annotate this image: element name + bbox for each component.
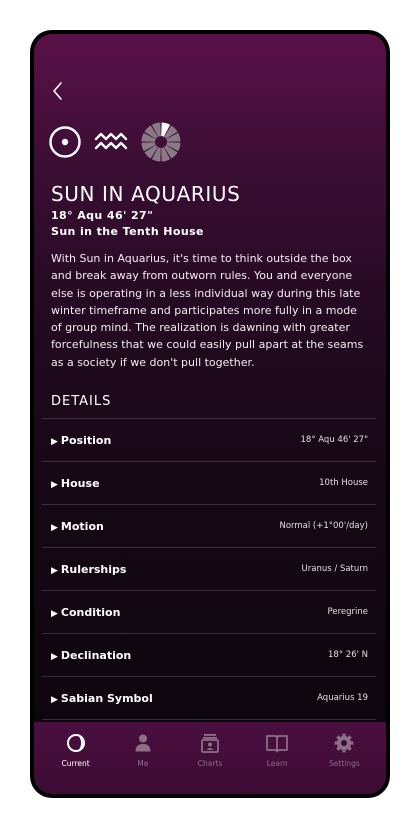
detail-label-text: Declination: [60, 648, 132, 662]
tab-label: Charts: [197, 759, 223, 768]
disclosure-triangle-icon: ▶: [51, 608, 58, 619]
planet-degree: 18° Aqu 46' 27": [51, 209, 154, 222]
detail-value: Aquarius 19: [317, 693, 368, 703]
detail-row-position[interactable]: ▶ Position 18° Aqu 46' 27": [42, 419, 376, 462]
detail-value: Uranus / Saturn: [301, 564, 368, 574]
detail-label: ▶ Rulerships: [51, 563, 126, 576]
tab-charts[interactable]: Charts: [176, 722, 243, 794]
disclosure-triangle-icon: ▶: [51, 565, 58, 576]
bottom-tab-bar: Current Me Charts Learn Settings: [34, 722, 386, 794]
person-icon: [135, 734, 151, 752]
tab-label: Learn: [266, 759, 288, 768]
app-screen: SUN IN AQUARIUS 18° Aqu 46' 27" Sun in t…: [34, 34, 386, 794]
moon-phase-icon: [66, 734, 85, 752]
aquarius-symbol-icon: [94, 132, 128, 150]
detail-value: 18° 26' N: [328, 650, 368, 660]
detail-label: ▶ Declination: [51, 649, 131, 662]
details-heading: DETAILS: [51, 394, 112, 409]
house-wheel-icon: [141, 122, 181, 162]
planet-description: With Sun in Aquarius, it's time to think…: [51, 252, 364, 369]
tab-label: Current: [61, 759, 90, 768]
disclosure-triangle-icon: ▶: [51, 694, 58, 705]
tab-label: Me: [137, 759, 149, 768]
tab-learn[interactable]: Learn: [244, 722, 311, 794]
tab-settings[interactable]: Settings: [311, 722, 378, 794]
detail-label-text: Condition: [60, 605, 121, 619]
tab-current[interactable]: Current: [42, 722, 109, 794]
detail-label-text: Sabian Symbol: [60, 691, 153, 705]
disclosure-triangle-icon: ▶: [51, 436, 58, 447]
chevron-left-icon: [53, 82, 62, 100]
detail-label: ▶ House: [51, 477, 100, 490]
detail-value: Normal (+1°00'/day): [279, 521, 368, 531]
detail-value: 10th House: [319, 478, 368, 488]
details-list: ▶ Position 18° Aqu 46' 27" ▶ House 10th Ho…: [42, 418, 376, 720]
gear-icon: [335, 733, 354, 753]
tab-me[interactable]: Me: [109, 722, 176, 794]
tab-label: Settings: [329, 759, 360, 768]
detail-row-declination[interactable]: ▶ Declination 18° 26' N: [42, 634, 376, 677]
detail-label: ▶ Sabian Symbol: [51, 692, 153, 705]
detail-row-motion[interactable]: ▶ Motion Normal (+1°00'/day): [42, 505, 376, 548]
detail-value: 18° Aqu 46' 27": [300, 435, 369, 445]
device-frame: SUN IN AQUARIUS 18° Aqu 46' 27" Sun in t…: [30, 30, 390, 798]
detail-label-text: Motion: [60, 519, 104, 533]
back-button[interactable]: [48, 78, 68, 104]
planet-house: Sun in the Tenth House: [51, 225, 204, 238]
detail-label: ▶ Motion: [51, 520, 104, 533]
detail-value: Peregrine: [327, 607, 368, 617]
disclosure-triangle-icon: ▶: [51, 479, 58, 490]
disclosure-triangle-icon: ▶: [51, 522, 58, 533]
sun-symbol-icon: [49, 126, 81, 158]
charts-icon: [201, 734, 219, 753]
detail-row-condition[interactable]: ▶ Condition Peregrine: [42, 591, 376, 634]
page-title: SUN IN AQUARIUS: [51, 182, 241, 206]
detail-row-rulerships[interactable]: ▶ Rulerships Uranus / Saturn: [42, 548, 376, 591]
detail-label-text: Rulerships: [60, 562, 127, 576]
detail-label-text: House: [60, 476, 100, 490]
planet-glyph-row: [48, 120, 182, 164]
book-icon: [266, 735, 289, 753]
detail-row-house[interactable]: ▶ House 10th House: [42, 462, 376, 505]
detail-row-sabian-symbol[interactable]: ▶ Sabian Symbol Aquarius 19: [42, 677, 376, 720]
detail-label-text: Position: [60, 433, 112, 447]
disclosure-triangle-icon: ▶: [51, 651, 58, 662]
detail-label: ▶ Condition: [51, 606, 120, 619]
detail-label: ▶ Position: [51, 434, 111, 447]
